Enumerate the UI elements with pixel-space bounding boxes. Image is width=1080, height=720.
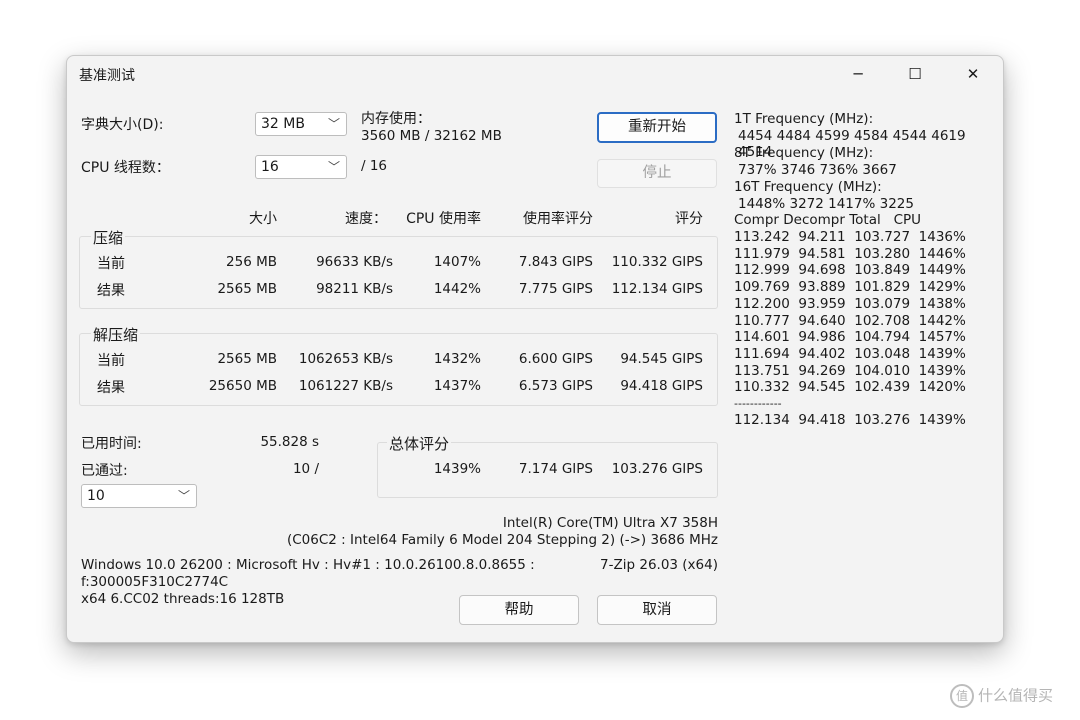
elapsed-value: 55.828 s <box>260 434 319 450</box>
history-row: 110.777 94.640 102.708 1442% <box>734 312 966 329</box>
compress-result-rating: 112.134 GIPS <box>611 281 703 297</box>
os-flags: f:300005F310C2774C <box>81 574 229 590</box>
memory-value: 3560 MB / 32162 MB <box>361 128 502 144</box>
compress-current-size: 256 MB <box>226 254 277 270</box>
close-icon[interactable]: ✕ <box>950 56 996 92</box>
compress-result-rpu: 7.775 GIPS <box>518 281 593 297</box>
history-row: 110.332 94.545 102.439 1420% <box>734 379 966 396</box>
decompress-result-rating: 94.418 GIPS <box>620 378 703 394</box>
dict-size-label: 字典大小(D): <box>81 117 164 133</box>
compress-title: 压缩 <box>91 227 126 248</box>
chevron-down-icon: ﹀ <box>177 489 190 503</box>
passes-label: 已通过: <box>81 463 128 479</box>
compress-group <box>79 236 718 309</box>
cpu-model: Intel(R) Core(TM) Ultra X7 358H <box>502 515 718 531</box>
restart-button[interactable]: 重新开始 <box>597 112 717 143</box>
decompress-result-size: 25650 MB <box>208 378 277 394</box>
decompress-current-speed: 1062653 KB/s <box>298 351 393 367</box>
total-rating: 103.276 GIPS <box>611 461 703 477</box>
maximize-icon[interactable]: ☐ <box>892 56 938 92</box>
watermark-logo-icon: 值 <box>950 684 974 708</box>
decompress-current-rating: 94.545 GIPS <box>620 351 703 367</box>
cpu-details: (C06C2 : Intel64 Family 6 Model 204 Step… <box>286 532 718 548</box>
chevron-down-icon: ﹀ <box>327 160 340 174</box>
history-row: 112.999 94.698 103.849 1449% <box>734 262 966 279</box>
watermark-text: 什么值得买 <box>978 686 1054 705</box>
watermark: 值什么值得买 <box>950 684 1053 708</box>
passes-select[interactable]: 10 ﹀ <box>81 484 197 508</box>
chevron-down-icon: ﹀ <box>327 117 340 131</box>
compress-result-size: 2565 MB <box>217 281 277 297</box>
cancel-button[interactable]: 取消 <box>597 595 717 625</box>
os-info: Windows 10.0 26200 : Microsoft Hv : Hv#1… <box>81 557 535 573</box>
dict-size-value: 32 MB <box>261 116 305 132</box>
help-button[interactable]: 帮助 <box>459 595 579 625</box>
threads-value: 16 <box>261 159 279 175</box>
compress-result-label: 结果 <box>97 283 125 299</box>
compress-result-usage: 1442% <box>433 281 481 297</box>
decompress-result-speed: 1061227 KB/s <box>298 378 393 394</box>
decompress-current-size: 2565 MB <box>217 351 277 367</box>
col-cpu-usage: CPU 使用率 <box>406 211 481 227</box>
total-rpu: 7.174 GIPS <box>518 461 593 477</box>
decompress-current-label: 当前 <box>97 353 125 369</box>
history-row: 109.769 93.889 101.829 1429% <box>734 279 966 296</box>
compress-current-rpu: 7.843 GIPS <box>518 254 593 270</box>
threads-select[interactable]: 16 ﹀ <box>255 155 347 179</box>
col-rating-per-usage: 使用率评分 <box>523 211 593 227</box>
history-row: 112.200 93.959 103.079 1438% <box>734 295 966 312</box>
history-row: 111.694 94.402 103.048 1439% <box>734 345 966 362</box>
window-title: 基准测试 <box>79 68 135 84</box>
compress-result-speed: 98211 KB/s <box>316 281 393 297</box>
compress-current-label: 当前 <box>97 256 125 272</box>
freq-16t-values: 1448% 3272 1417% 3225 <box>738 196 914 212</box>
passes-value: 10 / <box>292 461 319 477</box>
history-row: 111.979 94.581 103.280 1446% <box>734 245 966 262</box>
total-usage: 1439% <box>433 461 481 477</box>
compress-current-usage: 1407% <box>433 254 481 270</box>
benchmark-window: 基准测试 ─ ☐ ✕ 字典大小(D): 32 MB ﹀ 内存使用： 3560 M… <box>66 55 1004 643</box>
history-header: Compr Decompr Total CPU <box>734 212 922 228</box>
minimize-icon[interactable]: ─ <box>835 56 881 92</box>
freq-1t-label: 1T Frequency (MHz): <box>734 111 874 127</box>
freq-16t-label: 16T Frequency (MHz): <box>734 179 882 195</box>
history-separator: ------------ <box>734 397 782 410</box>
threads-max: / 16 <box>361 158 388 174</box>
compress-current-speed: 96633 KB/s <box>316 254 393 270</box>
total-title: 总体评分 <box>387 433 452 454</box>
decompress-result-label: 结果 <box>97 380 125 396</box>
threads-label: CPU 线程数： <box>81 160 170 176</box>
decompress-current-rpu: 6.600 GIPS <box>518 351 593 367</box>
history-row: 114.601 94.986 104.794 1457% <box>734 329 966 346</box>
decompress-current-usage: 1432% <box>433 351 481 367</box>
decompress-group <box>79 333 718 406</box>
title-bar: 基准测试 ─ ☐ ✕ <box>67 56 1003 92</box>
passes-select-value: 10 <box>87 488 105 504</box>
stop-button[interactable]: 停止 <box>597 159 717 188</box>
history-row: 113.751 94.269 104.010 1439% <box>734 362 966 379</box>
decompress-title: 解压缩 <box>91 324 141 345</box>
version-info: 7-Zip 26.03 (x64) <box>600 557 718 573</box>
arch-info: x64 6.CC02 threads:16 128TB <box>81 591 285 607</box>
memory-label: 内存使用： <box>361 111 431 127</box>
decompress-result-usage: 1437% <box>433 378 481 394</box>
dict-size-select[interactable]: 32 MB ﹀ <box>255 112 347 136</box>
history-total: 112.134 94.418 103.276 1439% <box>734 412 966 428</box>
decompress-result-rpu: 6.573 GIPS <box>518 378 593 394</box>
col-speed: 速度： <box>345 211 387 227</box>
history-row: 113.242 94.211 103.727 1436% <box>734 229 966 245</box>
col-rating: 评分 <box>675 211 703 227</box>
freq-8t-values: 737% 3746 736% 3667 <box>738 162 897 178</box>
compress-current-rating: 110.332 GIPS <box>611 254 703 270</box>
col-size: 大小 <box>249 211 277 227</box>
elapsed-label: 已用时间: <box>81 436 142 452</box>
freq-8t-label: 8T Frequency (MHz): <box>734 145 874 161</box>
